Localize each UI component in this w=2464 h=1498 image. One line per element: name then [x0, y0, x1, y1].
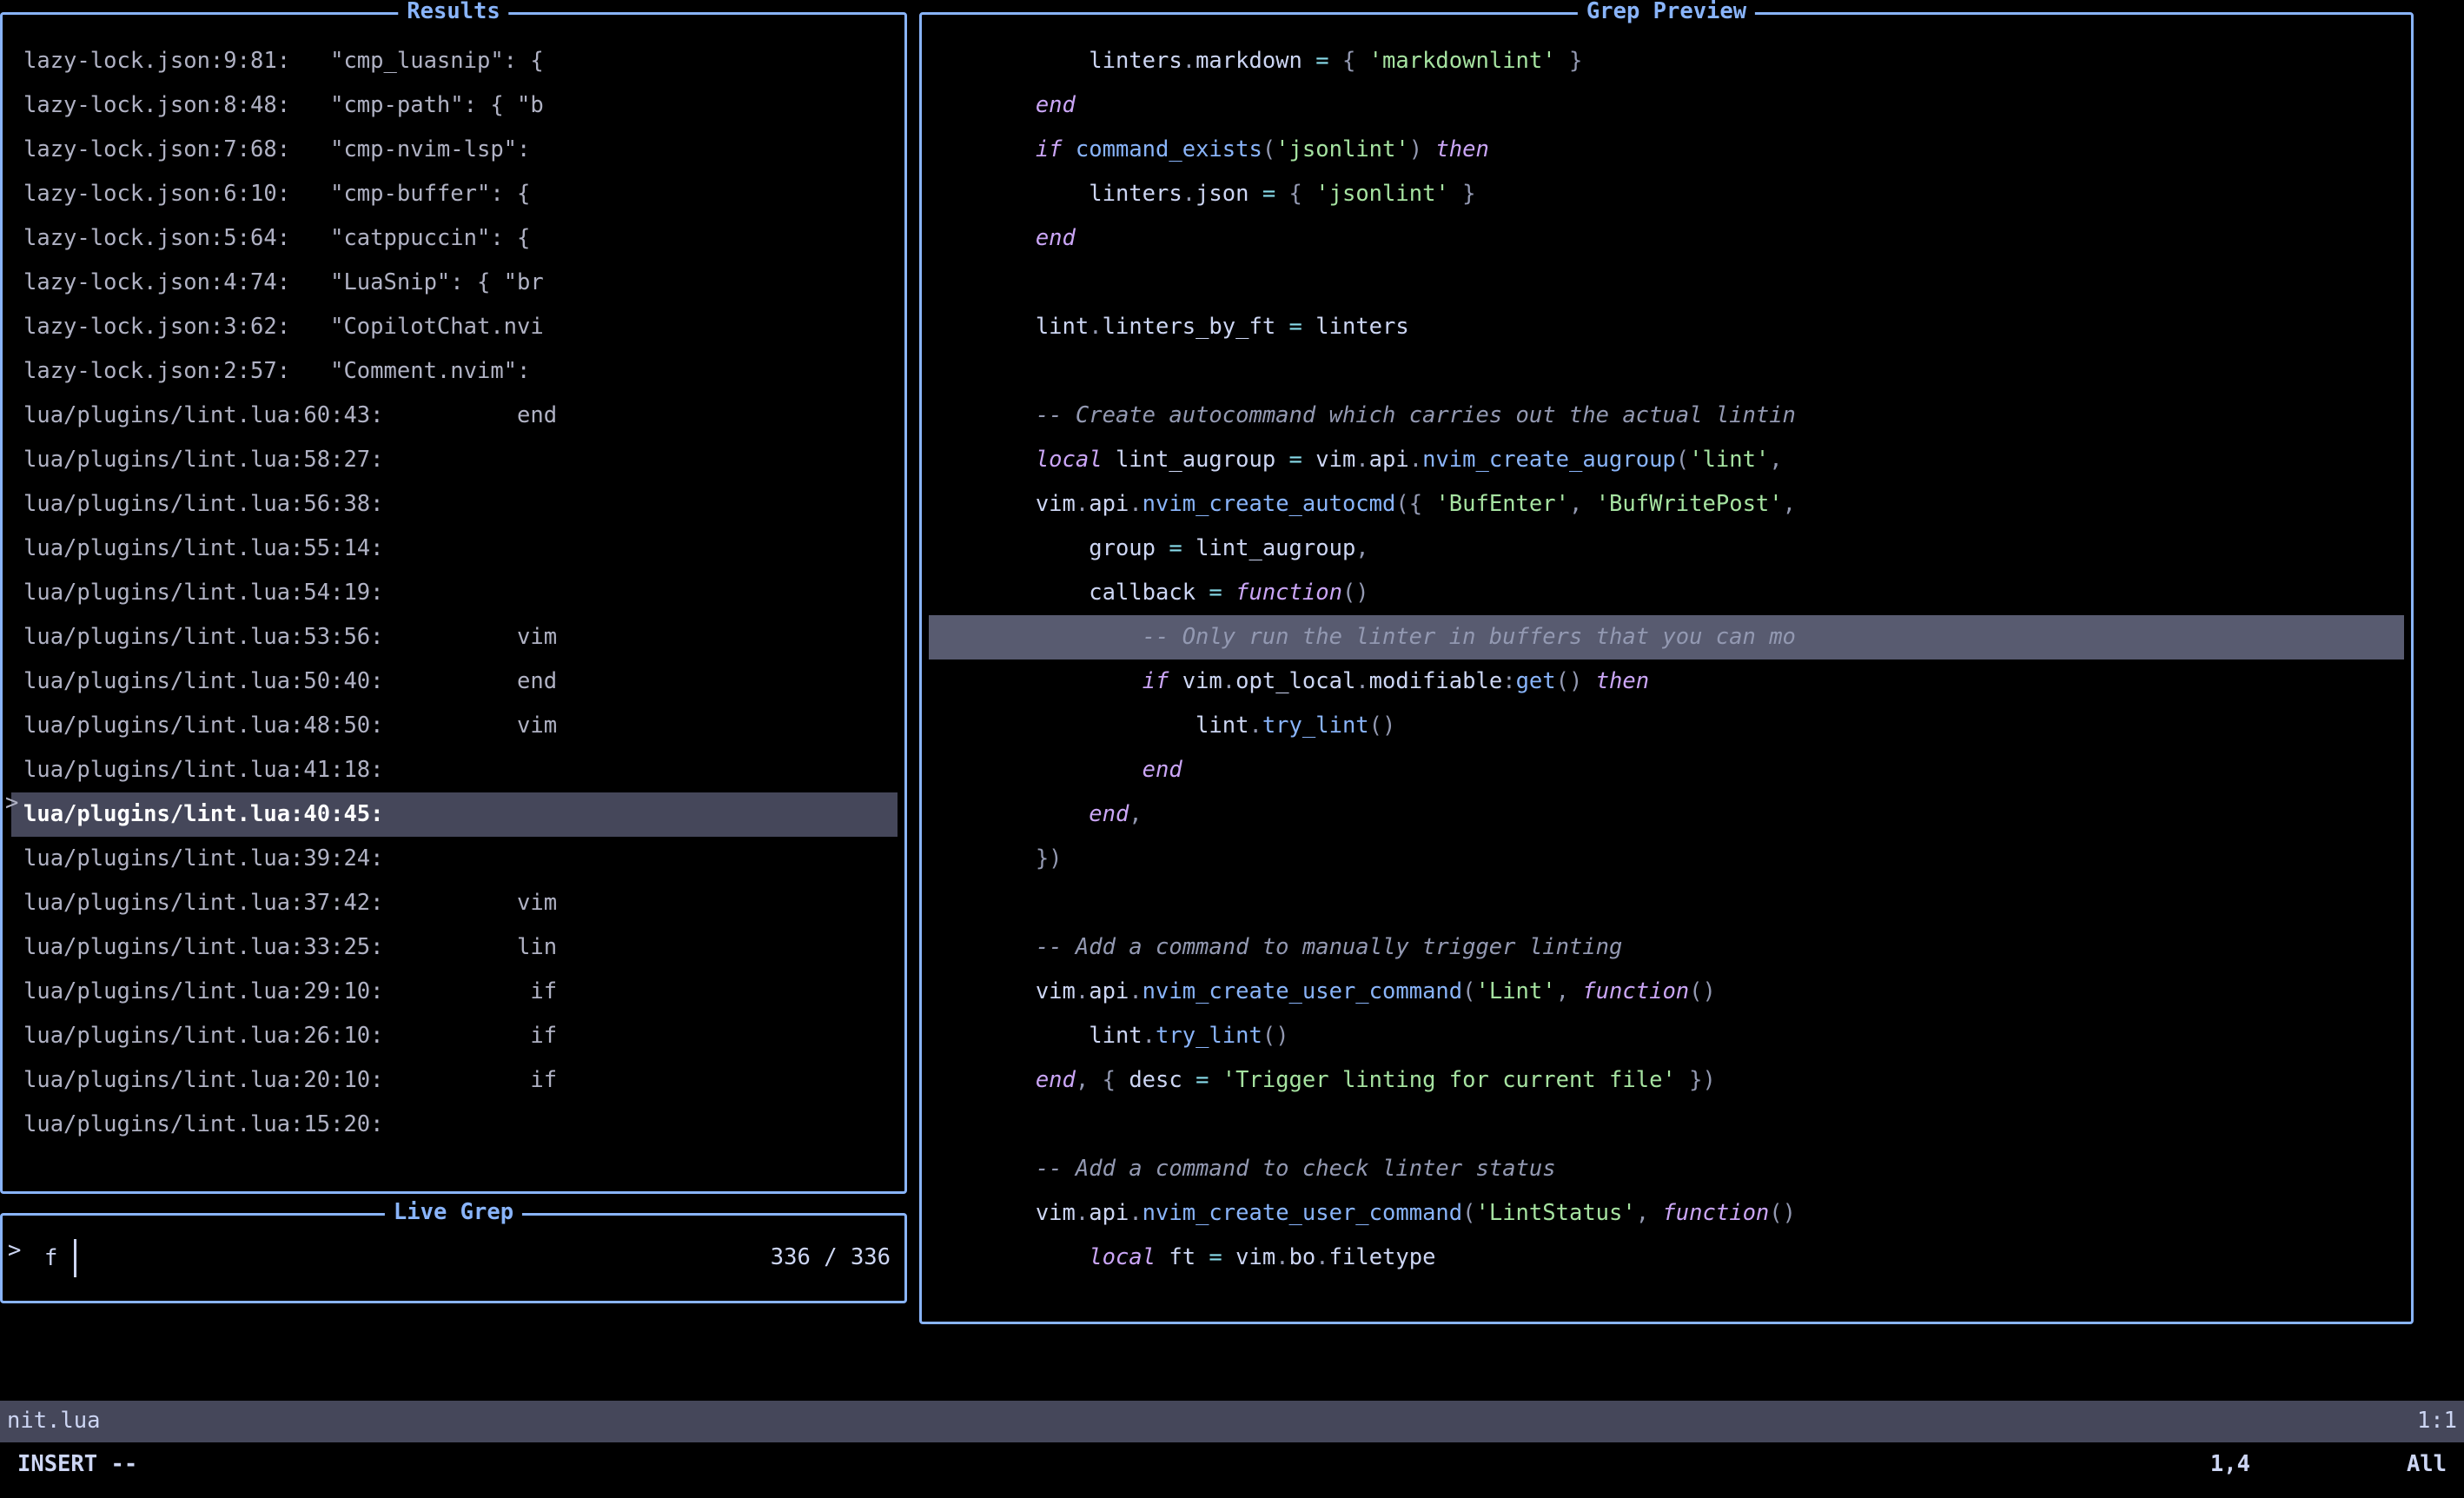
code-line: linters.markdown = { 'markdownlint' }: [929, 39, 2404, 83]
result-row[interactable]: lazy-lock.json:5:64: "catppuccin": {: [23, 216, 898, 261]
result-row[interactable]: lua/plugins/lint.lua:60:43: end: [23, 394, 898, 438]
result-row[interactable]: lua/plugins/lint.lua:20:10: if: [23, 1058, 898, 1103]
result-row[interactable]: lua/plugins/lint.lua:29:10: if: [23, 970, 898, 1014]
result-row[interactable]: lua/plugins/lint.lua:15:20:: [23, 1103, 898, 1147]
code-line: local ft = vim.bo.filetype: [929, 1236, 2404, 1280]
live-grep-title: Live Grep: [385, 1202, 522, 1224]
ruler: 1,4 All: [2210, 1454, 2447, 1476]
code-line: local lint_augroup = vim.api.nvim_create…: [929, 438, 2404, 482]
code-line: lint.try_lint(): [929, 1014, 2404, 1058]
code-line: lint.linters_by_ft = linters: [929, 305, 2404, 349]
code-line: -- Create autocommand which carries out …: [929, 394, 2404, 438]
code-line: if vim.opt_local.modifiable:get() then: [929, 660, 2404, 704]
code-line: linters.json = { 'jsonlint' }: [929, 172, 2404, 216]
code-line: lint.try_lint(): [929, 704, 2404, 748]
code-line: vim.api.nvim_create_autocmd({ 'BufEnter'…: [929, 482, 2404, 527]
match-sep: /: [824, 1244, 851, 1270]
code-line: end: [929, 748, 2404, 792]
ruler-position: 1,4: [2210, 1454, 2250, 1476]
result-row[interactable]: lua/plugins/lint.lua:53:56: vim: [23, 615, 898, 660]
preview-pane: Grep Preview linters.markdown = { 'markd…: [919, 12, 2414, 1324]
result-row[interactable]: lua/plugins/lint.lua:55:14:: [23, 527, 898, 571]
result-row[interactable]: lua/plugins/lint.lua:39:24:: [23, 837, 898, 881]
ruler-percent: All: [2407, 1454, 2447, 1476]
telescope-picker: Results lazy-lock.json:9:81: "cmp_luasni…: [0, 0, 2464, 1324]
code-line: vim.api.nvim_create_user_command('LintSt…: [929, 1191, 2404, 1236]
code-line: callback = function(): [929, 571, 2404, 615]
code-line: end,: [929, 792, 2404, 837]
live-grep-pane[interactable]: Live Grep > 336 / 336: [0, 1213, 907, 1303]
result-row[interactable]: lua/plugins/lint.lua:26:10: if: [23, 1014, 898, 1058]
code-line: -- Add a command to manually trigger lin…: [929, 925, 2404, 970]
live-grep-inner: 336 / 336: [3, 1216, 904, 1301]
status-filename: nit.lua: [7, 1410, 100, 1433]
result-row[interactable]: lazy-lock.json:2:57: "Comment.nvim":: [23, 349, 898, 394]
results-list[interactable]: lazy-lock.json:9:81: "cmp_luasnip": {laz…: [3, 15, 904, 1191]
result-row[interactable]: lua/plugins/lint.lua:56:38:: [23, 482, 898, 527]
preview-title: Grep Preview: [1578, 1, 1755, 23]
result-row[interactable]: lazy-lock.json:8:48: "cmp-path": { "b: [23, 83, 898, 128]
text-cursor: [74, 1239, 76, 1277]
code-line: vim.api.nvim_create_user_command('Lint',…: [929, 970, 2404, 1014]
result-row[interactable]: lua/plugins/lint.lua:40:45:: [11, 792, 898, 837]
code-line: [929, 349, 2404, 394]
result-row[interactable]: lazy-lock.json:7:68: "cmp-nvim-lsp":: [23, 128, 898, 172]
code-line: [929, 1103, 2404, 1147]
code-line: end: [929, 83, 2404, 128]
result-row[interactable]: lazy-lock.json:3:62: "CopilotChat.nvi: [23, 305, 898, 349]
code-line: [929, 881, 2404, 925]
results-title: Results: [398, 1, 508, 23]
match-count: 336 / 336: [771, 1247, 891, 1269]
result-row[interactable]: lazy-lock.json:9:81: "cmp_luasnip": {: [23, 39, 898, 83]
code-line: end, { desc = 'Trigger linting for curre…: [929, 1058, 2404, 1103]
match-current: 336: [771, 1244, 811, 1270]
result-row[interactable]: lua/plugins/lint.lua:50:40: end: [23, 660, 898, 704]
result-row[interactable]: lua/plugins/lint.lua:33:25: lin: [23, 925, 898, 970]
result-row[interactable]: lazy-lock.json:4:74: "LuaSnip": { "br: [23, 261, 898, 305]
status-bar: nit.lua 1:1: [0, 1401, 2464, 1442]
code-line: [929, 261, 2404, 305]
result-row[interactable]: lazy-lock.json:6:10: "cmp-buffer": {: [23, 172, 898, 216]
code-line: end: [929, 216, 2404, 261]
selection-marker-icon: >: [5, 792, 18, 815]
mode-indicator: INSERT --: [17, 1454, 137, 1476]
result-row[interactable]: lua/plugins/lint.lua:54:19:: [23, 571, 898, 615]
match-total: 336: [851, 1244, 891, 1270]
command-line: INSERT -- 1,4 All: [0, 1442, 2464, 1488]
code-line: }): [929, 837, 2404, 881]
preview-content[interactable]: linters.markdown = { 'markdownlint' } en…: [922, 15, 2411, 1322]
code-line: -- Only run the linter in buffers that y…: [929, 615, 2404, 660]
prompt-symbol: >: [8, 1240, 21, 1263]
status-position: 1:1: [2417, 1410, 2457, 1433]
search-input[interactable]: [44, 1245, 96, 1271]
left-column: Results lazy-lock.json:9:81: "cmp_luasni…: [0, 0, 907, 1324]
result-row[interactable]: lua/plugins/lint.lua:41:18:: [23, 748, 898, 792]
result-row[interactable]: lua/plugins/lint.lua:37:42: vim: [23, 881, 898, 925]
code-line: if command_exists('jsonlint') then: [929, 128, 2404, 172]
code-line: group = lint_augroup,: [929, 527, 2404, 571]
code-line: -- Add a command to check linter status: [929, 1147, 2404, 1191]
result-row[interactable]: lua/plugins/lint.lua:58:27:: [23, 438, 898, 482]
results-pane[interactable]: Results lazy-lock.json:9:81: "cmp_luasni…: [0, 12, 907, 1194]
result-row[interactable]: lua/plugins/lint.lua:48:50: vim: [23, 704, 898, 748]
